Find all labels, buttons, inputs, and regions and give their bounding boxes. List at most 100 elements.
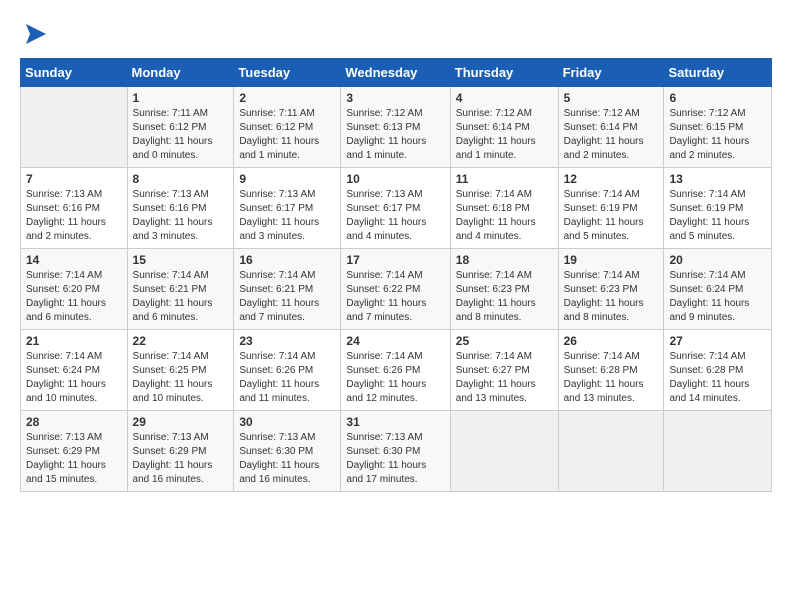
calendar-week-row: 14 Sunrise: 7:14 AM Sunset: 6:20 PM Dayli… (21, 249, 772, 330)
day-number: 16 (239, 253, 335, 267)
day-number: 21 (26, 334, 122, 348)
calendar-cell: 29 Sunrise: 7:13 AM Sunset: 6:29 PM Dayli… (127, 411, 234, 492)
calendar-cell: 13 Sunrise: 7:14 AM Sunset: 6:19 PM Dayli… (664, 168, 772, 249)
day-info: Sunrise: 7:13 AM Sunset: 6:17 PM Dayligh… (346, 188, 444, 244)
day-number: 8 (133, 172, 229, 186)
calendar-cell: 10 Sunrise: 7:13 AM Sunset: 6:17 PM Dayli… (341, 168, 450, 249)
day-info: Sunrise: 7:14 AM Sunset: 6:22 PM Dayligh… (346, 269, 444, 325)
day-info: Sunrise: 7:14 AM Sunset: 6:28 PM Dayligh… (669, 350, 766, 406)
calendar-cell: 6Sunrise: 7:12 AM Sunset: 6:15 PM Daylig… (664, 87, 772, 168)
day-info: Sunrise: 7:13 AM Sunset: 6:30 PM Dayligh… (239, 431, 335, 487)
day-number: 6 (669, 91, 766, 105)
day-number: 29 (133, 415, 229, 429)
day-number: 17 (346, 253, 444, 267)
calendar-cell: 21 Sunrise: 7:14 AM Sunset: 6:24 PM Dayli… (21, 330, 128, 411)
day-number: 11 (456, 172, 553, 186)
day-number: 9 (239, 172, 335, 186)
day-number: 2 (239, 91, 335, 105)
day-number: 28 (26, 415, 122, 429)
calendar-day-header: Thursday (450, 59, 558, 87)
day-number: 27 (669, 334, 766, 348)
day-number: 12 (564, 172, 659, 186)
day-info: Sunrise: 7:14 AM Sunset: 6:23 PM Dayligh… (456, 269, 553, 325)
day-number: 25 (456, 334, 553, 348)
day-info: Sunrise: 7:14 AM Sunset: 6:23 PM Dayligh… (564, 269, 659, 325)
calendar-header-row: SundayMondayTuesdayWednesdayThursdayFrid… (21, 59, 772, 87)
calendar-week-row: 1 Sunrise: 7:11 AM Sunset: 6:12 PM Daylig… (21, 87, 772, 168)
day-info: Sunrise: 7:13 AM Sunset: 6:29 PM Dayligh… (26, 431, 122, 487)
calendar-cell: 2 Sunrise: 7:11 AM Sunset: 6:12 PM Daylig… (234, 87, 341, 168)
calendar-cell: 8 Sunrise: 7:13 AM Sunset: 6:16 PM Daylig… (127, 168, 234, 249)
day-info: Sunrise: 7:12 AM Sunset: 6:13 PM Dayligh… (346, 107, 444, 163)
calendar-week-row: 21 Sunrise: 7:14 AM Sunset: 6:24 PM Dayli… (21, 330, 772, 411)
day-info: Sunrise: 7:13 AM Sunset: 6:16 PM Dayligh… (133, 188, 229, 244)
day-info: Sunrise: 7:14 AM Sunset: 6:21 PM Dayligh… (239, 269, 335, 325)
calendar-cell: 23 Sunrise: 7:14 AM Sunset: 6:26 PM Dayli… (234, 330, 341, 411)
calendar-table: SundayMondayTuesdayWednesdayThursdayFrid… (20, 58, 772, 492)
calendar-cell: 1 Sunrise: 7:11 AM Sunset: 6:12 PM Daylig… (127, 87, 234, 168)
calendar-cell: 7 Sunrise: 7:13 AM Sunset: 6:16 PM Daylig… (21, 168, 128, 249)
day-number: 1 (133, 91, 229, 105)
day-info: Sunrise: 7:13 AM Sunset: 6:17 PM Dayligh… (239, 188, 335, 244)
calendar-cell: 25Sunrise: 7:14 AM Sunset: 6:27 PM Dayli… (450, 330, 558, 411)
calendar-day-header: Tuesday (234, 59, 341, 87)
day-info: Sunrise: 7:13 AM Sunset: 6:16 PM Dayligh… (26, 188, 122, 244)
calendar-cell: 3 Sunrise: 7:12 AM Sunset: 6:13 PM Daylig… (341, 87, 450, 168)
calendar-cell: 15 Sunrise: 7:14 AM Sunset: 6:21 PM Dayli… (127, 249, 234, 330)
day-number: 19 (564, 253, 659, 267)
day-number: 10 (346, 172, 444, 186)
calendar-cell: 26Sunrise: 7:14 AM Sunset: 6:28 PM Dayli… (558, 330, 664, 411)
day-info: Sunrise: 7:11 AM Sunset: 6:12 PM Dayligh… (239, 107, 335, 163)
calendar-cell: 28 Sunrise: 7:13 AM Sunset: 6:29 PM Dayli… (21, 411, 128, 492)
calendar-cell: 20Sunrise: 7:14 AM Sunset: 6:24 PM Dayli… (664, 249, 772, 330)
day-info: Sunrise: 7:13 AM Sunset: 6:30 PM Dayligh… (346, 431, 444, 487)
logo-arrow-icon (22, 20, 50, 48)
calendar-day-header: Friday (558, 59, 664, 87)
calendar-cell: 14 Sunrise: 7:14 AM Sunset: 6:20 PM Dayli… (21, 249, 128, 330)
day-number: 18 (456, 253, 553, 267)
day-number: 7 (26, 172, 122, 186)
calendar-cell: 22Sunrise: 7:14 AM Sunset: 6:25 PM Dayli… (127, 330, 234, 411)
day-info: Sunrise: 7:14 AM Sunset: 6:26 PM Dayligh… (346, 350, 444, 406)
day-info: Sunrise: 7:12 AM Sunset: 6:14 PM Dayligh… (564, 107, 659, 163)
day-info: Sunrise: 7:13 AM Sunset: 6:29 PM Dayligh… (133, 431, 229, 487)
day-info: Sunrise: 7:14 AM Sunset: 6:18 PM Dayligh… (456, 188, 553, 244)
calendar-day-header: Monday (127, 59, 234, 87)
day-number: 15 (133, 253, 229, 267)
day-number: 13 (669, 172, 766, 186)
logo (20, 20, 50, 48)
day-info: Sunrise: 7:14 AM Sunset: 6:28 PM Dayligh… (564, 350, 659, 406)
calendar-cell: 5Sunrise: 7:12 AM Sunset: 6:14 PM Daylig… (558, 87, 664, 168)
day-number: 24 (346, 334, 444, 348)
day-number: 30 (239, 415, 335, 429)
day-info: Sunrise: 7:14 AM Sunset: 6:24 PM Dayligh… (669, 269, 766, 325)
day-info: Sunrise: 7:14 AM Sunset: 6:20 PM Dayligh… (26, 269, 122, 325)
day-info: Sunrise: 7:14 AM Sunset: 6:21 PM Dayligh… (133, 269, 229, 325)
calendar-cell: 16 Sunrise: 7:14 AM Sunset: 6:21 PM Dayli… (234, 249, 341, 330)
calendar-cell: 4 Sunrise: 7:12 AM Sunset: 6:14 PM Daylig… (450, 87, 558, 168)
day-info: Sunrise: 7:14 AM Sunset: 6:19 PM Dayligh… (669, 188, 766, 244)
day-info: Sunrise: 7:14 AM Sunset: 6:19 PM Dayligh… (564, 188, 659, 244)
calendar-week-row: 7 Sunrise: 7:13 AM Sunset: 6:16 PM Daylig… (21, 168, 772, 249)
calendar-cell: 11 Sunrise: 7:14 AM Sunset: 6:18 PM Dayli… (450, 168, 558, 249)
day-number: 3 (346, 91, 444, 105)
day-info: Sunrise: 7:12 AM Sunset: 6:14 PM Dayligh… (456, 107, 553, 163)
day-number: 14 (26, 253, 122, 267)
calendar-cell: 18 Sunrise: 7:14 AM Sunset: 6:23 PM Dayli… (450, 249, 558, 330)
day-number: 23 (239, 334, 335, 348)
calendar-cell: 19 Sunrise: 7:14 AM Sunset: 6:23 PM Dayli… (558, 249, 664, 330)
calendar-cell: 12 Sunrise: 7:14 AM Sunset: 6:19 PM Dayli… (558, 168, 664, 249)
day-number: 22 (133, 334, 229, 348)
day-info: Sunrise: 7:14 AM Sunset: 6:24 PM Dayligh… (26, 350, 122, 406)
day-number: 4 (456, 91, 553, 105)
day-info: Sunrise: 7:14 AM Sunset: 6:26 PM Dayligh… (239, 350, 335, 406)
calendar-cell (558, 411, 664, 492)
calendar-cell: 17 Sunrise: 7:14 AM Sunset: 6:22 PM Dayli… (341, 249, 450, 330)
calendar-cell: 31Sunrise: 7:13 AM Sunset: 6:30 PM Dayli… (341, 411, 450, 492)
calendar-week-row: 28 Sunrise: 7:13 AM Sunset: 6:29 PM Dayli… (21, 411, 772, 492)
calendar-cell: 30 Sunrise: 7:13 AM Sunset: 6:30 PM Dayli… (234, 411, 341, 492)
day-info: Sunrise: 7:11 AM Sunset: 6:12 PM Dayligh… (133, 107, 229, 163)
calendar-cell (21, 87, 128, 168)
calendar-day-header: Saturday (664, 59, 772, 87)
calendar-day-header: Sunday (21, 59, 128, 87)
